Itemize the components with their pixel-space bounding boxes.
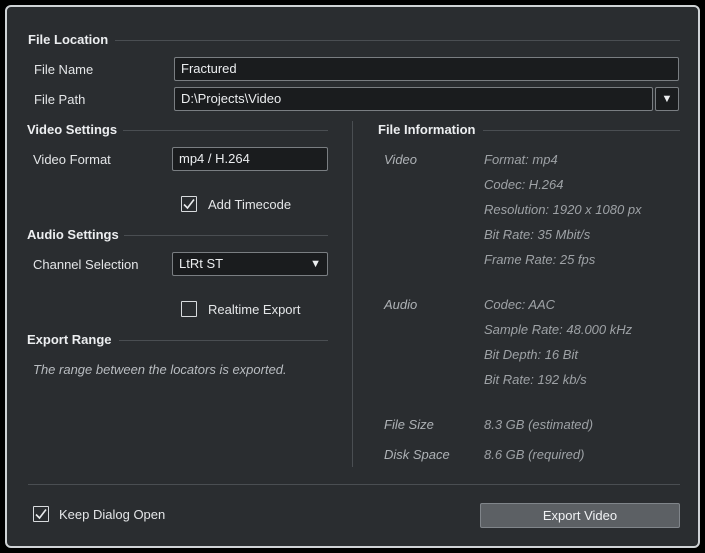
- video-settings-title: Video Settings: [27, 122, 118, 137]
- info-audio-bitdepth: Bit Depth: 16 Bit: [484, 347, 578, 362]
- triangle-down-icon: ▼: [310, 258, 321, 270]
- info-video-resolution: Resolution: 1920 x 1080 px: [484, 202, 642, 217]
- info-video-framerate: Frame Rate: 25 fps: [484, 252, 596, 267]
- info-video-label: Video: [384, 152, 418, 167]
- video-format-field[interactable]: mp4 / H.264: [172, 147, 328, 171]
- keep-dialog-open-label: Keep Dialog Open: [59, 507, 166, 522]
- video-settings-divider: [123, 130, 328, 131]
- info-video-format: Format: mp4: [484, 152, 558, 167]
- keep-dialog-open-checkbox[interactable]: [33, 506, 49, 522]
- info-audio-codec: Codec: AAC: [484, 297, 556, 312]
- add-timecode-label: Add Timecode: [208, 197, 292, 212]
- export-video-button[interactable]: Export Video: [480, 503, 680, 528]
- info-audio-label: Audio: [384, 297, 418, 312]
- file-path-dropdown-button[interactable]: ▼: [655, 87, 679, 111]
- file-location-title: File Location: [28, 32, 109, 47]
- triangle-down-icon: ▼: [661, 93, 673, 105]
- audio-settings-divider: [124, 235, 328, 236]
- file-path-input[interactable]: D:\Projects\Video: [174, 87, 653, 111]
- file-location-divider: [115, 40, 680, 41]
- export-range-divider: [119, 340, 328, 341]
- footer-divider: [28, 484, 680, 485]
- audio-settings-title: Audio Settings: [27, 227, 119, 242]
- file-name-input[interactable]: Fractured: [174, 57, 679, 81]
- export-range-title: Export Range: [27, 332, 112, 347]
- column-separator: [352, 121, 353, 467]
- info-video-bitrate: Bit Rate: 35 Mbit/s: [484, 227, 591, 242]
- realtime-export-checkbox[interactable]: [181, 301, 197, 317]
- file-name-label: File Name: [34, 62, 94, 77]
- channel-selection-value: LtRt ST: [179, 256, 224, 271]
- file-information-divider: [483, 130, 680, 131]
- info-file-size-value: 8.3 GB (estimated): [484, 417, 594, 432]
- add-timecode-checkbox[interactable]: [181, 196, 197, 212]
- info-disk-space-label: Disk Space: [384, 447, 450, 462]
- file-path-label: File Path: [34, 92, 86, 107]
- export-range-note: The range between the locators is export…: [33, 362, 287, 377]
- realtime-export-label: Realtime Export: [208, 302, 301, 317]
- info-audio-bitrate: Bit Rate: 192 kb/s: [484, 372, 587, 387]
- file-information-title: File Information: [378, 122, 476, 137]
- channel-selection-label: Channel Selection: [33, 257, 139, 272]
- info-video-codec: Codec: H.264: [484, 177, 564, 192]
- info-audio-samplerate: Sample Rate: 48.000 kHz: [484, 322, 633, 337]
- info-disk-space-value: 8.6 GB (required): [484, 447, 585, 462]
- checkmark-icon: [183, 199, 195, 210]
- video-format-label: Video Format: [33, 152, 111, 167]
- checkmark-icon: [35, 509, 47, 520]
- info-file-size-label: File Size: [384, 417, 434, 432]
- export-video-dialog: File Location File Name Fractured File P…: [5, 5, 700, 548]
- channel-selection-dropdown[interactable]: LtRt ST ▼: [172, 252, 328, 276]
